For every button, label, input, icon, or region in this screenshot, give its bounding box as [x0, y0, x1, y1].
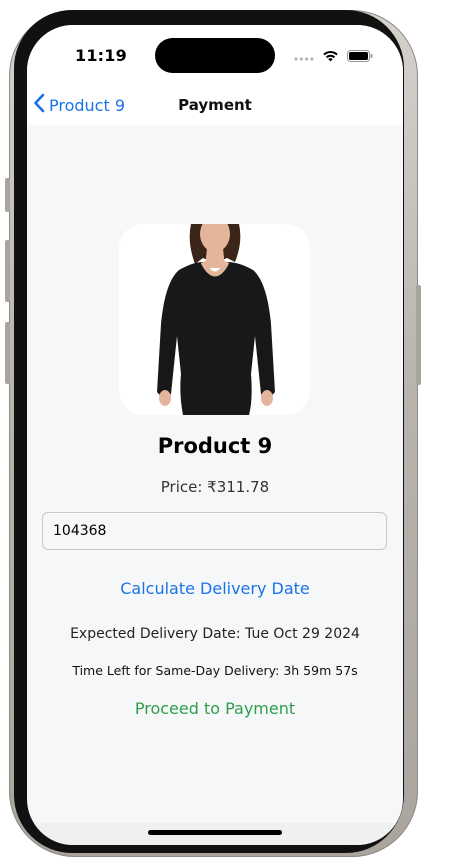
product-image: [119, 224, 310, 415]
navigation-bar: Product 9 Payment: [27, 87, 403, 125]
status-time: 11:19: [75, 46, 127, 65]
action-button: [5, 178, 10, 212]
volume-up-button: [5, 240, 10, 302]
status-icons: [294, 47, 373, 66]
calculate-delivery-date-button[interactable]: Calculate Delivery Date: [27, 578, 403, 599]
proceed-to-payment-button[interactable]: Proceed to Payment: [27, 698, 403, 719]
product-price: Price: ₹311.78: [160, 478, 270, 496]
product-name: Product 9: [157, 434, 273, 458]
volume-down-button: [5, 322, 10, 384]
app-screen: 11:19 Product 9 Payment Product 9 Price:…: [27, 25, 403, 845]
page-title: Payment: [178, 96, 252, 114]
battery-icon: [347, 47, 373, 66]
same-day-delivery-countdown: Time Left for Same-Day Delivery: 3h 59m …: [72, 663, 358, 678]
power-button: [416, 285, 421, 385]
dynamic-island: [155, 38, 275, 73]
signal-dots-icon: [294, 47, 314, 66]
home-indicator[interactable]: [148, 830, 282, 835]
expected-delivery-date: Expected Delivery Date: Tue Oct 29 2024: [70, 626, 360, 642]
status-bar: 11:19: [27, 25, 403, 87]
wifi-icon: [322, 47, 339, 66]
pincode-input[interactable]: [42, 512, 387, 550]
